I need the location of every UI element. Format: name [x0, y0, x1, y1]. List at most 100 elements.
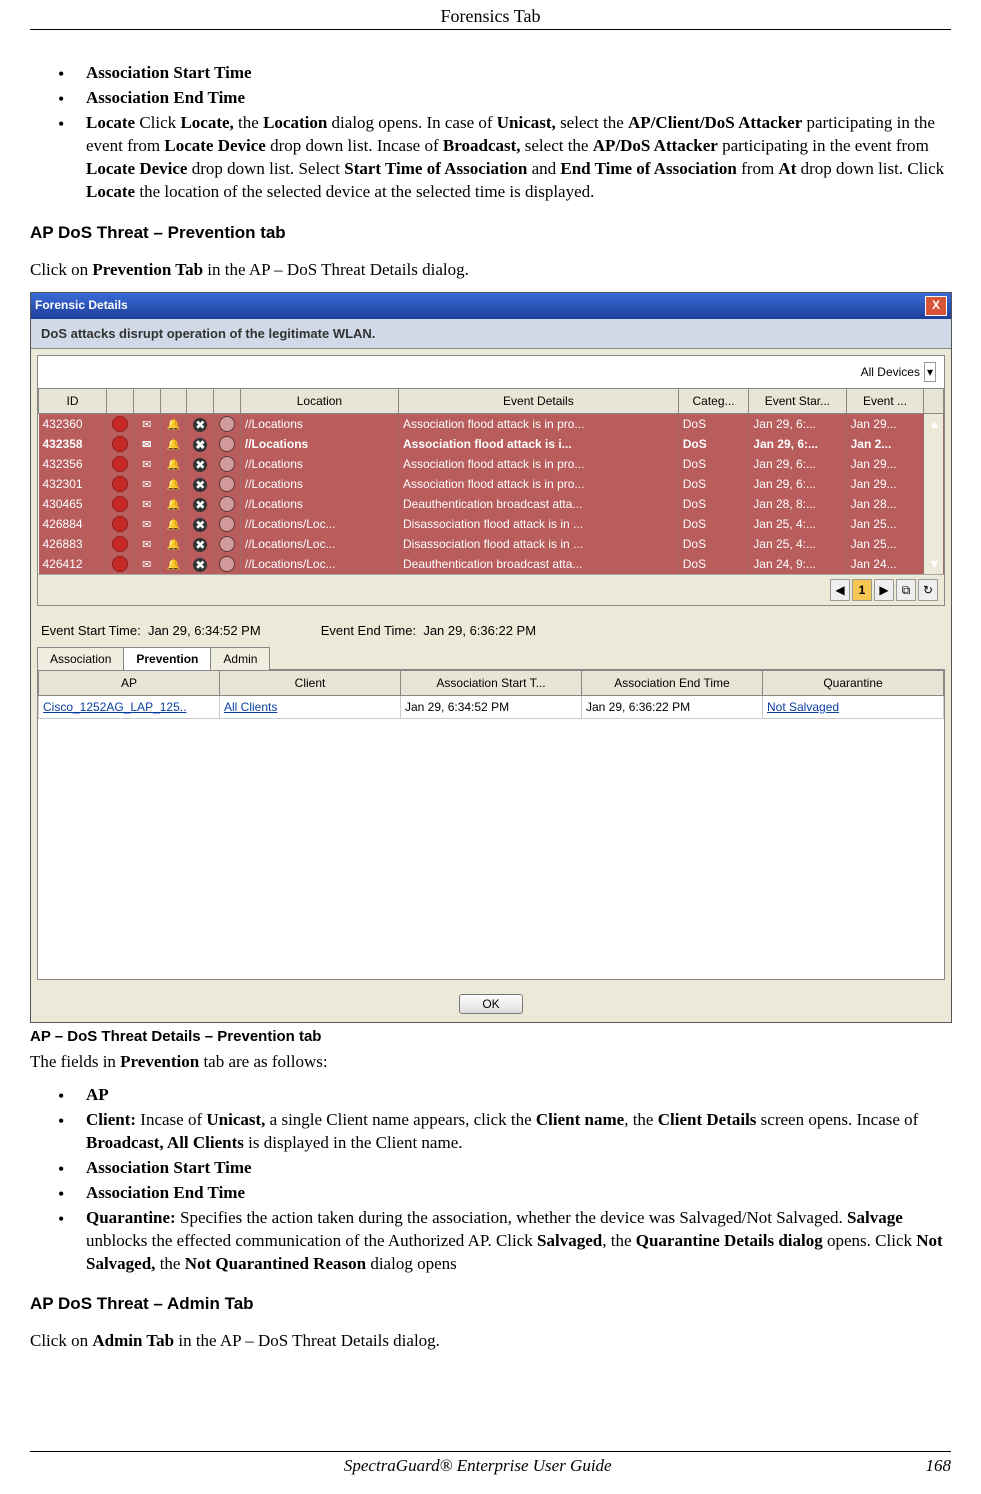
pager-refresh-icon[interactable]: ↻	[918, 579, 938, 601]
detail-icon[interactable]	[219, 536, 235, 552]
events-row[interactable]: 430465✉🔔✖//LocationsDeauthentication bro…	[39, 494, 944, 514]
section-heading-prevention: AP DoS Threat – Prevention tab	[30, 222, 951, 245]
events-row[interactable]: 426884✉🔔✖//Locations/Loc...Disassociatio…	[39, 514, 944, 534]
dialog-subtitle: DoS attacks disrupt operation of the leg…	[31, 319, 951, 350]
bullet-item: Quarantine: Specifies the action taken d…	[58, 1207, 951, 1276]
bullet-item: Client: Incase of Unicast, a single Clie…	[58, 1109, 951, 1155]
close-icon[interactable]: X	[925, 296, 947, 316]
mail-icon[interactable]: ✉	[140, 558, 154, 572]
events-row[interactable]: 432358✉🔔✖//LocationsAssociation flood at…	[39, 434, 944, 454]
delete-icon[interactable]: ✖	[193, 458, 207, 472]
prevention-table: APClientAssociation Start T...Associatio…	[38, 670, 944, 719]
events-column-header[interactable]: ID	[39, 389, 107, 414]
alert-icon[interactable]: 🔔	[166, 418, 180, 432]
mail-icon[interactable]: ✉	[140, 478, 154, 492]
prevention-column-header[interactable]: Quarantine	[763, 670, 944, 695]
events-column-header[interactable]: Event Details	[398, 389, 678, 414]
severity-icon	[112, 496, 128, 512]
bullet-item: Association Start Time	[58, 62, 951, 85]
severity-icon	[112, 516, 128, 532]
mail-icon[interactable]: ✉	[140, 418, 154, 432]
pager-prev-button[interactable]: ◀	[830, 579, 850, 601]
pager-tool-icon[interactable]: ⧉	[896, 579, 916, 601]
alert-icon[interactable]: 🔔	[166, 498, 180, 512]
pager: ◀ 1 ▶ ⧉ ↻	[38, 574, 944, 605]
events-column-header[interactable]	[160, 389, 187, 414]
delete-icon[interactable]: ✖	[193, 538, 207, 552]
alert-icon[interactable]: 🔔	[166, 458, 180, 472]
footer-page-number: 168	[925, 1456, 951, 1476]
events-row[interactable]: 432301✉🔔✖//LocationsAssociation flood at…	[39, 474, 944, 494]
events-row[interactable]: 426883✉🔔✖//Locations/Loc...Disassociatio…	[39, 534, 944, 554]
figure-caption: AP – DoS Threat Details – Prevention tab	[30, 1027, 951, 1047]
prevention-quarantine[interactable]: Not Salvaged	[763, 695, 944, 718]
alert-icon[interactable]: 🔔	[166, 558, 180, 572]
events-column-header[interactable]	[133, 389, 160, 414]
ok-button[interactable]: OK	[459, 994, 522, 1014]
events-row[interactable]: 432360✉🔔✖//LocationsAssociation flood at…	[39, 414, 944, 435]
bullet-item: Locate Click Locate, the Location dialog…	[58, 112, 951, 204]
pager-next-button[interactable]: ▶	[874, 579, 894, 601]
prevention-column-header[interactable]: Association End Time	[582, 670, 763, 695]
section-lead-admin: Click on Admin Tab in the AP – DoS Threa…	[30, 1330, 951, 1353]
event-start-value: Jan 29, 6:34:52 PM	[148, 623, 261, 638]
device-filter-icon[interactable]: ▾	[924, 362, 936, 382]
events-column-header[interactable]: Categ...	[678, 389, 749, 414]
tab-admin[interactable]: Admin	[210, 647, 270, 670]
events-row[interactable]: 432356✉🔔✖//LocationsAssociation flood at…	[39, 454, 944, 474]
alert-icon[interactable]: 🔔	[166, 438, 180, 452]
delete-icon[interactable]: ✖	[193, 478, 207, 492]
events-column-header[interactable]: Event Star...	[749, 389, 846, 414]
prevention-row[interactable]: Cisco_1252AG_LAP_125.. All Clients Jan 2…	[39, 695, 944, 718]
dialog-title: Forensic Details	[35, 297, 128, 313]
prevention-ap[interactable]: Cisco_1252AG_LAP_125..	[39, 695, 220, 718]
device-filter-label: All Devices	[861, 364, 920, 380]
bullet-item: Association End Time	[58, 87, 951, 110]
detail-icon[interactable]	[219, 496, 235, 512]
alert-icon[interactable]: 🔔	[166, 518, 180, 532]
delete-icon[interactable]: ✖	[193, 438, 207, 452]
bottom-bullet-list: APClient: Incase of Unicast, a single Cl…	[58, 1084, 951, 1276]
tab-association[interactable]: Association	[37, 647, 124, 670]
section-lead-prevention: Click on Prevention Tab in the AP – DoS …	[30, 259, 951, 282]
events-column-header[interactable]	[107, 389, 134, 414]
events-column-header[interactable]: Location	[240, 389, 398, 414]
delete-icon[interactable]: ✖	[193, 558, 207, 572]
dialog-titlebar: Forensic Details X	[31, 293, 951, 319]
delete-icon[interactable]: ✖	[193, 518, 207, 532]
event-times-row: Event Start Time: Jan 29, 6:34:52 PM Eve…	[31, 612, 951, 646]
delete-icon[interactable]: ✖	[193, 498, 207, 512]
mail-icon[interactable]: ✉	[140, 538, 154, 552]
detail-icon[interactable]	[219, 436, 235, 452]
mail-icon[interactable]: ✉	[140, 438, 154, 452]
delete-icon[interactable]: ✖	[193, 418, 207, 432]
prevention-column-header[interactable]: Association Start T...	[401, 670, 582, 695]
mail-icon[interactable]: ✉	[140, 458, 154, 472]
events-row[interactable]: 426412✉🔔✖//Locations/Loc...Deauthenticat…	[39, 554, 944, 574]
detail-icon[interactable]	[219, 416, 235, 432]
mail-icon[interactable]: ✉	[140, 498, 154, 512]
prevention-column-header[interactable]: AP	[39, 670, 220, 695]
alert-icon[interactable]: 🔔	[166, 478, 180, 492]
prevention-client[interactable]: All Clients	[220, 695, 401, 718]
detail-icon[interactable]	[219, 476, 235, 492]
tab-prevention[interactable]: Prevention	[123, 647, 211, 670]
detail-tabs: AssociationPreventionAdmin	[31, 646, 951, 669]
prevention-assoc-end: Jan 29, 6:36:22 PM	[582, 695, 763, 718]
mail-icon[interactable]: ✉	[140, 518, 154, 532]
forensic-details-dialog: Forensic Details X DoS attacks disrupt o…	[30, 292, 952, 1023]
detail-icon[interactable]	[219, 516, 235, 532]
alert-icon[interactable]: 🔔	[166, 538, 180, 552]
pager-page-current[interactable]: 1	[852, 579, 872, 601]
section-heading-admin: AP DoS Threat – Admin Tab	[30, 1293, 951, 1316]
events-table: ID LocationEvent DetailsCateg...Event Sta…	[38, 388, 944, 574]
events-column-header[interactable]	[187, 389, 214, 414]
bullet-item: Association End Time	[58, 1182, 951, 1205]
event-end-value: Jan 29, 6:36:22 PM	[423, 623, 536, 638]
detail-icon[interactable]	[219, 556, 235, 572]
detail-icon[interactable]	[219, 456, 235, 472]
bullet-item: AP	[58, 1084, 951, 1107]
prevention-column-header[interactable]: Client	[220, 670, 401, 695]
events-column-header[interactable]	[214, 389, 241, 414]
events-column-header[interactable]: Event ...	[846, 389, 924, 414]
